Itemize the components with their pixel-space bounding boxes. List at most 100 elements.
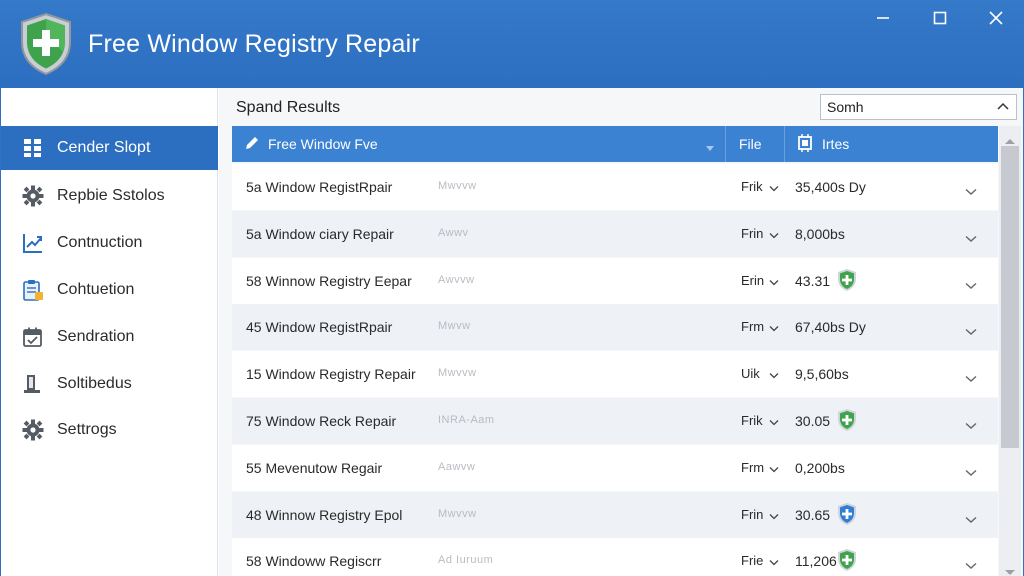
- row-file-label: Uik: [741, 366, 760, 381]
- table-row[interactable]: 45 Window RegistRpair Mwvw Frm 67,40bs Dy: [232, 304, 998, 350]
- row-note: Ad Iuruum: [438, 554, 494, 566]
- sidebar-item-cohtuetion[interactable]: Cohtuetion: [1, 268, 218, 312]
- row-note: Mwvvw: [438, 180, 477, 192]
- row-name: 15 Window Registry Repair: [246, 366, 416, 382]
- row-name: 58 Windoww Regiscrr: [246, 553, 382, 569]
- sidebar-item-label: Repbie Sstolos: [57, 187, 165, 204]
- row-file-type[interactable]: Frm: [741, 319, 779, 334]
- table-row[interactable]: 55 Mevenutow Regair Aawvw Frm 0,200bs: [232, 445, 998, 491]
- app-window: Cender Slopt Repbie Sstolos Contnuction …: [1, 88, 1023, 576]
- row-file-label: Frin: [741, 507, 764, 522]
- row-size: 8,000bs: [795, 226, 845, 242]
- row-file-type[interactable]: Frik: [741, 413, 779, 428]
- column-header-file[interactable]: File: [727, 126, 785, 162]
- row-size: 11,206: [795, 553, 837, 569]
- expand-chevron-icon[interactable]: [965, 417, 977, 433]
- row-name: 75 Window Reck Repair: [246, 413, 397, 429]
- maximize-button[interactable]: [925, 6, 955, 30]
- table-row[interactable]: 5a Window RegistRpair Mwvvw Frik 35,400s Dy: [232, 164, 998, 210]
- shield-plus-icon: [836, 268, 858, 295]
- expand-chevron-icon[interactable]: [965, 557, 977, 573]
- dropdown-arrow-icon[interactable]: [705, 140, 715, 156]
- row-size: 30.65: [795, 507, 831, 523]
- chevron-down-icon[interactable]: [769, 181, 779, 196]
- row-size: 9,5,60bs: [795, 366, 849, 382]
- chevron-down-icon[interactable]: [996, 100, 1010, 119]
- sidebar-item-soltibedus[interactable]: Soltibedus: [1, 362, 218, 406]
- column-header-label: File: [739, 136, 762, 152]
- search-input[interactable]: [821, 96, 981, 118]
- row-file-type[interactable]: Frie: [741, 553, 779, 568]
- expand-chevron-icon[interactable]: [965, 370, 977, 386]
- shield-blue-icon: [836, 502, 858, 529]
- sidebar-item-label: Cohtuetion: [57, 281, 135, 298]
- chevron-down-icon[interactable]: [769, 321, 779, 336]
- table-row[interactable]: 58 Winnow Registry Eepar Awvvw Erin 43.31: [232, 258, 998, 304]
- sidebar-item-label: Cender Slopt: [57, 139, 151, 156]
- chevron-down-icon[interactable]: [769, 368, 779, 383]
- sidebar-item-settrogs[interactable]: Settrogs: [1, 408, 218, 452]
- sidebar-item-contnuction[interactable]: Contnuction: [1, 221, 218, 265]
- row-file-type[interactable]: Frm: [741, 460, 779, 475]
- row-name: 45 Window RegistRpair: [246, 319, 393, 335]
- pencil-icon: [244, 135, 260, 154]
- row-note: Mwvvw: [438, 508, 477, 520]
- column-header-label: Irtes: [822, 136, 850, 152]
- minimize-button[interactable]: [868, 6, 898, 30]
- chevron-down-icon[interactable]: [769, 509, 779, 524]
- chevron-down-icon[interactable]: [769, 555, 779, 570]
- row-file-label: Frik: [741, 179, 763, 194]
- shield-plus-icon: [836, 548, 858, 575]
- close-button[interactable]: [981, 6, 1011, 30]
- grid-icon: [21, 136, 45, 160]
- column-header-label: Free Window Fve: [268, 136, 378, 152]
- row-name: 48 Winnow Registry Epol: [246, 507, 403, 523]
- search-dropdown[interactable]: [820, 94, 1017, 120]
- sidebar-item-label: Settrogs: [57, 421, 117, 438]
- close-icon: [989, 11, 1003, 25]
- chevron-down-icon[interactable]: [769, 462, 779, 477]
- row-note: Awvvw: [438, 274, 475, 286]
- expand-chevron-icon[interactable]: [965, 323, 977, 339]
- table-row[interactable]: 5a Window ciary Repair Awwv Frin 8,000bs: [232, 211, 998, 257]
- expand-chevron-icon[interactable]: [965, 464, 977, 480]
- row-size: 30.05: [795, 413, 831, 429]
- chevron-down-icon[interactable]: [769, 228, 779, 243]
- expand-chevron-icon[interactable]: [965, 183, 977, 199]
- title-bar: Free Window Registry Repair: [0, 0, 1024, 88]
- scroll-down-icon[interactable]: [1004, 564, 1016, 576]
- table-row[interactable]: 75 Window Reck Repair INRA-Aam Frik 30.05: [232, 398, 998, 444]
- row-note: Mwvvw: [438, 367, 477, 379]
- row-note: Awwv: [438, 227, 469, 239]
- row-name: 55 Mevenutow Regair: [246, 460, 383, 476]
- sidebar-item-label: Contnuction: [57, 234, 143, 251]
- sidebar-item-cender-slopt[interactable]: Cender Slopt: [1, 126, 218, 170]
- row-file-label: Frm: [741, 319, 765, 334]
- row-size: 67,40bs Dy: [795, 319, 866, 335]
- table-row[interactable]: 15 Window Registry Repair Mwvvw Uik 9,5,60b…: [232, 351, 998, 397]
- chevron-down-icon[interactable]: [769, 275, 779, 290]
- row-file-type[interactable]: Frin: [741, 507, 779, 522]
- row-name: 5a Window ciary Repair: [246, 226, 394, 242]
- table-row[interactable]: 48 Winnow Registry Epol Mwvvw Frin 30.65: [232, 492, 998, 538]
- results-panel: Spand Results Free Window Fve File: [219, 88, 1023, 576]
- row-file-type[interactable]: Uik: [741, 366, 779, 381]
- row-file-type[interactable]: Frin: [741, 226, 779, 241]
- table-row[interactable]: 58 Windoww Regiscrr Ad Iuruum Frie 11,206: [232, 538, 998, 576]
- row-file-type[interactable]: Erin: [741, 273, 779, 288]
- expand-chevron-icon[interactable]: [965, 277, 977, 293]
- chevron-down-icon[interactable]: [769, 415, 779, 430]
- expand-chevron-icon[interactable]: [965, 230, 977, 246]
- column-header-bytes[interactable]: Irtes: [786, 126, 998, 162]
- row-note: INRA-Aam: [438, 414, 495, 426]
- expand-chevron-icon[interactable]: [965, 511, 977, 527]
- column-header-name[interactable]: Free Window Fve: [232, 126, 726, 162]
- page-title: Spand Results: [236, 99, 341, 116]
- scrollbar-thumb[interactable]: [1001, 146, 1019, 448]
- row-file-label: Frin: [741, 226, 764, 241]
- document-icon: [21, 372, 45, 396]
- vertical-scrollbar[interactable]: [999, 126, 1021, 576]
- row-file-type[interactable]: Frik: [741, 179, 779, 194]
- sidebar-item-sendration[interactable]: Sendration: [1, 315, 218, 359]
- sidebar-item-repbie-sstolos[interactable]: Repbie Sstolos: [1, 174, 218, 218]
